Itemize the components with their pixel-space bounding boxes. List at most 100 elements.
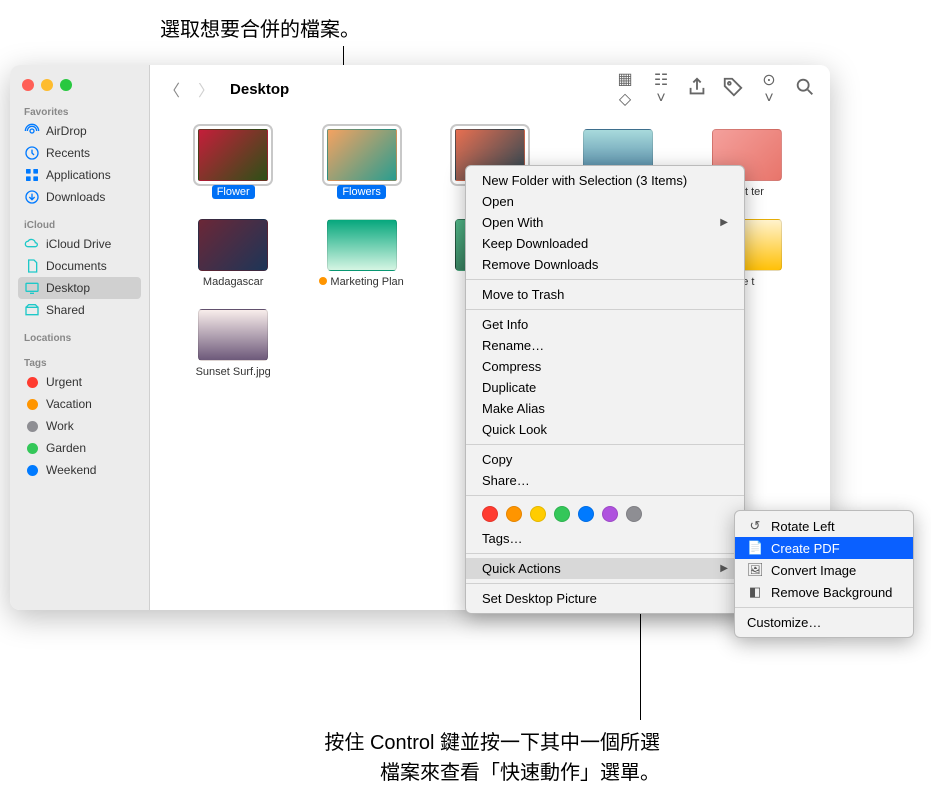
sidebar-item-label: Garden — [46, 441, 86, 455]
tags-button[interactable] — [722, 76, 744, 103]
menu-item-compress[interactable]: Compress — [466, 356, 744, 377]
file-thumbnail — [327, 219, 397, 271]
minimize-button[interactable] — [41, 79, 53, 91]
quick-actions-submenu: ↺Rotate Left📄Create PDF🖼Convert Image◧Re… — [734, 510, 914, 638]
file-thumbnail — [198, 219, 268, 271]
sidebar-item-label: Applications — [46, 168, 111, 182]
file-item[interactable]: Flower — [174, 129, 292, 199]
submenu-item-create-pdf[interactable]: 📄Create PDF — [735, 537, 913, 559]
menu-item-label: Copy — [482, 452, 512, 467]
tag-color[interactable] — [554, 506, 570, 522]
submenu-item-rotate-left[interactable]: ↺Rotate Left — [735, 515, 913, 537]
menu-separator — [466, 553, 744, 554]
submenu-item-remove-background[interactable]: ◧Remove Background — [735, 581, 913, 603]
shared-icon — [24, 302, 40, 318]
file-item[interactable]: Flowers — [302, 129, 420, 199]
sidebar-item-label: AirDrop — [46, 124, 87, 138]
menu-separator — [466, 279, 744, 280]
forward-button[interactable]: 〉 — [198, 77, 214, 101]
sidebar-item-shared[interactable]: Shared — [18, 299, 141, 321]
menu-item-rename-[interactable]: Rename… — [466, 335, 744, 356]
sidebar-item-downloads[interactable]: Downloads — [18, 186, 141, 208]
sidebar-item-airdrop[interactable]: AirDrop — [18, 120, 141, 142]
menu-item-remove-downloads[interactable]: Remove Downloads — [466, 254, 744, 275]
sidebar: FavoritesAirDropRecentsApplicationsDownl… — [10, 65, 150, 610]
menu-item-set-desktop-picture[interactable]: Set Desktop Picture — [466, 588, 744, 609]
cloud-icon — [24, 236, 40, 252]
airdrop-icon — [24, 123, 40, 139]
tag-color[interactable] — [626, 506, 642, 522]
tag-color[interactable] — [602, 506, 618, 522]
search-button[interactable] — [794, 76, 816, 103]
sidebar-item-vacation[interactable]: Vacation — [18, 393, 141, 415]
menu-item-quick-actions[interactable]: Quick Actions▶ — [466, 558, 744, 579]
menu-item-label: Rename… — [482, 338, 544, 353]
menu-item-share-[interactable]: Share… — [466, 470, 744, 491]
callout-line-bottom — [640, 600, 641, 720]
sidebar-item-documents[interactable]: Documents — [18, 255, 141, 277]
submenu-item-label: Customize… — [747, 615, 821, 630]
sidebar-item-applications[interactable]: Applications — [18, 164, 141, 186]
toolbar: 〈 〉 Desktop ▦ ◇ ☷ ˅ ⊙ ˅ — [150, 65, 830, 113]
sidebar-item-urgent[interactable]: Urgent — [18, 371, 141, 393]
zoom-button[interactable] — [60, 79, 72, 91]
tag-color[interactable] — [506, 506, 522, 522]
menu-item-duplicate[interactable]: Duplicate — [466, 377, 744, 398]
menu-item-get-info[interactable]: Get Info — [466, 314, 744, 335]
submenu-arrow-icon: ▶ — [720, 217, 728, 228]
file-item[interactable]: Sunset Surf.jpg — [174, 309, 292, 379]
group-button[interactable]: ☷ ˅ — [650, 70, 672, 108]
sidebar-item-desktop[interactable]: Desktop — [18, 277, 141, 299]
file-label: Flower — [212, 185, 255, 199]
menu-item-label: Quick Look — [482, 422, 547, 437]
menu-item-make-alias[interactable]: Make Alias — [466, 398, 744, 419]
close-button[interactable] — [22, 79, 34, 91]
recents-icon — [24, 145, 40, 161]
sidebar-header: Locations — [18, 331, 141, 346]
submenu-arrow-icon: ▶ — [720, 563, 728, 574]
menu-item-keep-downloaded[interactable]: Keep Downloaded — [466, 233, 744, 254]
sidebar-item-label: Documents — [46, 259, 107, 273]
sidebar-item-label: iCloud Drive — [46, 237, 111, 251]
menu-separator — [466, 583, 744, 584]
tag-color[interactable] — [482, 506, 498, 522]
sidebar-item-label: Shared — [46, 303, 85, 317]
view-icons-button[interactable]: ▦ ◇ — [614, 69, 636, 109]
tag-color[interactable] — [578, 506, 594, 522]
desktop-icon — [24, 280, 40, 296]
file-item[interactable]: Madagascar — [174, 219, 292, 289]
sidebar-item-garden[interactable]: Garden — [18, 437, 141, 459]
menu-item-open[interactable]: Open — [466, 191, 744, 212]
annotation-top: 選取想要合併的檔案。 — [160, 15, 360, 45]
file-thumbnail — [198, 129, 268, 181]
menu-item-new-folder-with-selection-items-[interactable]: New Folder with Selection (3 Items) — [466, 170, 744, 191]
menu-item-move-to-trash[interactable]: Move to Trash — [466, 284, 744, 305]
menu-item-open-with[interactable]: Open With ▶ — [466, 212, 744, 233]
more-button[interactable]: ⊙ ˅ — [758, 70, 780, 108]
menu-item-label: Open With — [482, 215, 543, 230]
annotation-bottom: 按住 Control 鍵並按一下其中一個所選 檔案來查看「快速動作」選單。 — [140, 728, 660, 788]
submenu-item-label: Convert Image — [771, 563, 856, 578]
sidebar-item-label: Desktop — [46, 281, 90, 295]
sidebar-item-weekend[interactable]: Weekend — [18, 459, 141, 481]
tag-color-row — [466, 500, 744, 528]
submenu-item-customize-[interactable]: Customize… — [735, 612, 913, 633]
back-button[interactable]: 〈 — [164, 77, 180, 101]
menu-item-copy[interactable]: Copy — [466, 449, 744, 470]
sidebar-item-recents[interactable]: Recents — [18, 142, 141, 164]
tag-dot-icon — [24, 374, 40, 390]
menu-item-tags-[interactable]: Tags… — [466, 528, 744, 549]
submenu-item-label: Create PDF — [771, 541, 840, 556]
tag-color[interactable] — [530, 506, 546, 522]
tag-dot-icon — [24, 440, 40, 456]
sidebar-item-icloud-drive[interactable]: iCloud Drive — [18, 233, 141, 255]
submenu-item-convert-image[interactable]: 🖼Convert Image — [735, 559, 913, 581]
share-button[interactable] — [686, 76, 708, 103]
file-item[interactable]: Marketing Plan — [302, 219, 420, 289]
menu-separator — [735, 607, 913, 608]
file-label: Flowers — [337, 185, 386, 199]
menu-item-label: Keep Downloaded — [482, 236, 588, 251]
menu-item-quick-look[interactable]: Quick Look — [466, 419, 744, 440]
sidebar-item-work[interactable]: Work — [18, 415, 141, 437]
menu-separator — [466, 444, 744, 445]
